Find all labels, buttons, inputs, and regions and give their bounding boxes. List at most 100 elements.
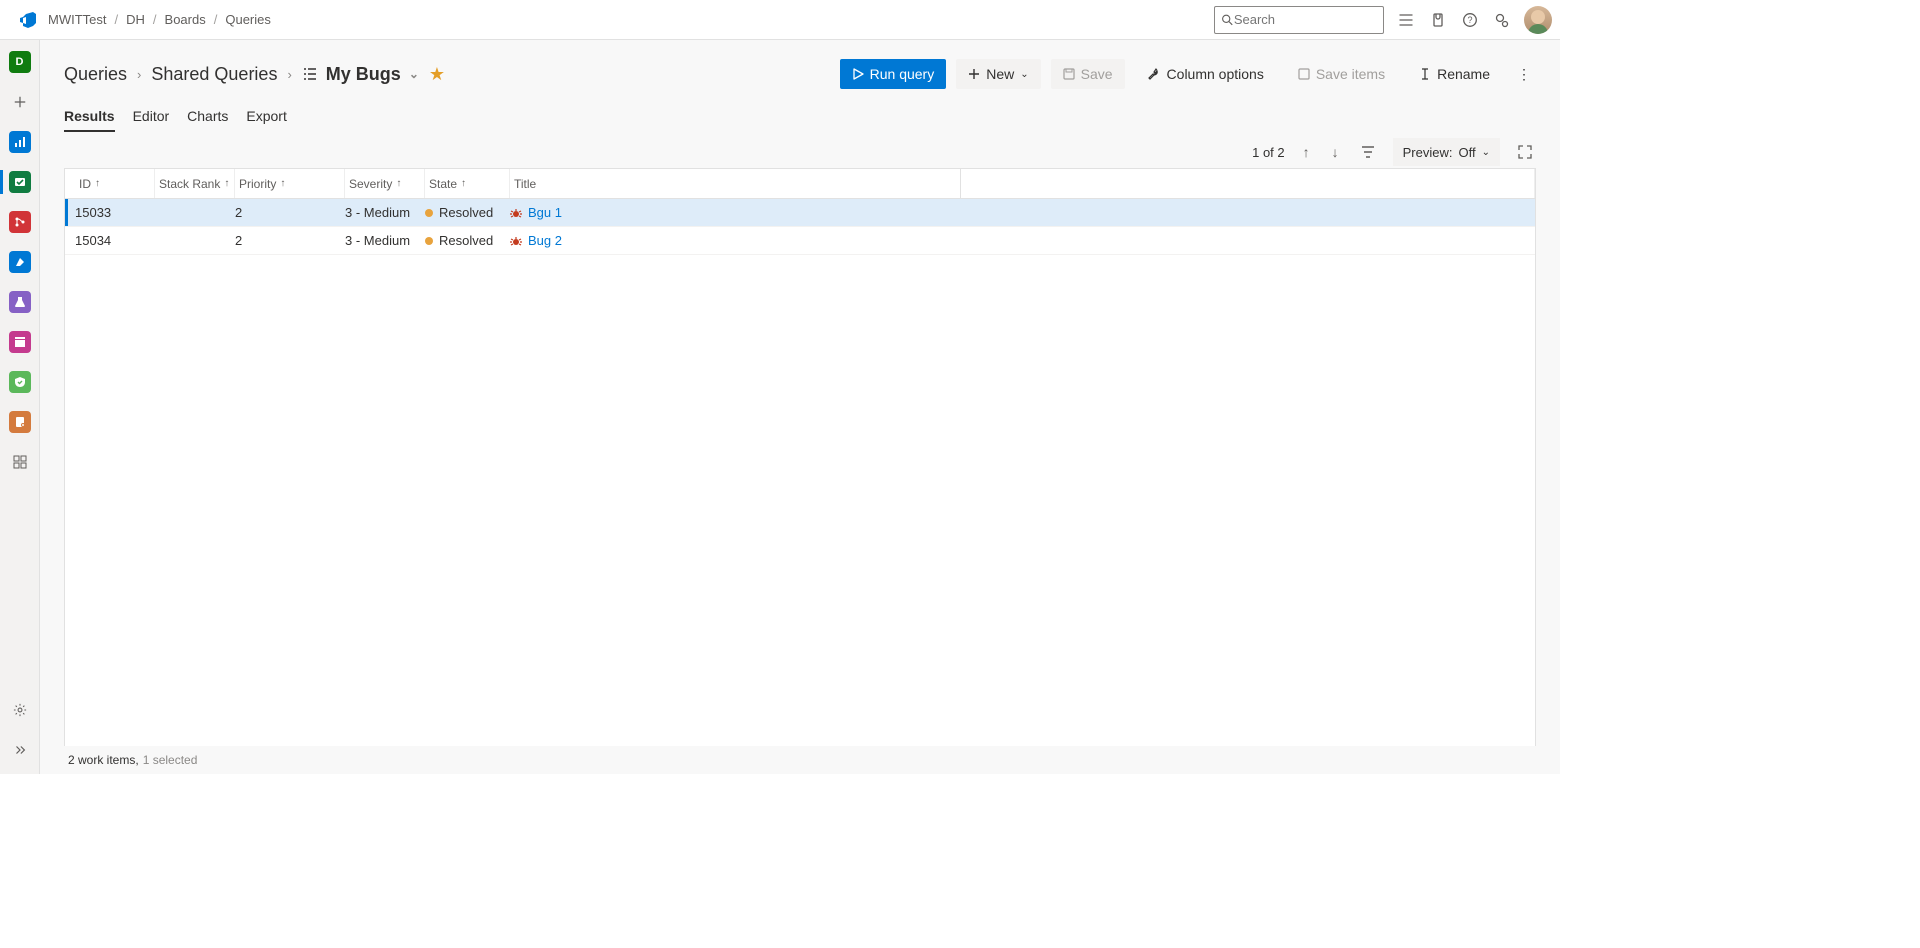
cell-id: 15033 bbox=[75, 205, 155, 220]
results-toolbar: 1 of 2 ↑ ↓ Preview: Off ⌄ bbox=[64, 132, 1536, 172]
run-query-button[interactable]: Run query bbox=[840, 59, 947, 89]
sort-asc-icon: ↑ bbox=[461, 178, 466, 189]
new-button[interactable]: New ⌄ bbox=[956, 59, 1040, 89]
query-list-icon bbox=[302, 66, 318, 82]
selected-count: 1 selected bbox=[143, 753, 198, 767]
save-icon bbox=[1298, 68, 1310, 80]
chevron-down-icon[interactable]: ⌄ bbox=[409, 67, 419, 81]
col-state[interactable]: State↑ bbox=[425, 169, 510, 198]
sidebar-project-settings[interactable] bbox=[4, 694, 36, 726]
fullscreen-button[interactable] bbox=[1514, 141, 1536, 163]
sidebar-expand[interactable] bbox=[4, 734, 36, 766]
search-input[interactable] bbox=[1214, 6, 1384, 34]
marketplace-icon[interactable] bbox=[1428, 10, 1448, 30]
breadcrumb-section[interactable]: Boards bbox=[165, 12, 206, 27]
cell-priority: 2 bbox=[235, 205, 345, 220]
expand-icon bbox=[1518, 145, 1532, 159]
breadcrumb-sub[interactable]: Queries bbox=[225, 12, 271, 27]
cell-title: Bug 2 bbox=[510, 233, 1535, 248]
result-counter: 1 of 2 bbox=[1252, 145, 1285, 160]
sidebar-overview[interactable] bbox=[4, 126, 36, 158]
sidebar-extensions[interactable] bbox=[4, 446, 36, 478]
wiki-icon bbox=[9, 411, 31, 433]
sidebar-repos[interactable] bbox=[4, 206, 36, 238]
shared-queries-link[interactable]: Shared Queries bbox=[151, 64, 277, 85]
sidebar-testplans[interactable] bbox=[4, 286, 36, 318]
pipelines-icon bbox=[9, 251, 31, 273]
more-actions-button[interactable]: ⋮ bbox=[1512, 66, 1536, 83]
work-item-link[interactable]: Bgu 1 bbox=[528, 205, 562, 220]
query-name[interactable]: My Bugs bbox=[326, 64, 401, 85]
separator: / bbox=[214, 12, 218, 27]
table-row[interactable]: 15033 2 3 - Medium Resolved Bgu 1 bbox=[65, 199, 1535, 227]
bug-icon bbox=[510, 235, 522, 247]
sidebar-artifacts[interactable] bbox=[4, 326, 36, 358]
sort-asc-icon: ↑ bbox=[280, 178, 285, 189]
sidebar-project[interactable]: D bbox=[4, 46, 36, 78]
plus-icon bbox=[968, 68, 980, 80]
sort-asc-icon: ↑ bbox=[224, 178, 229, 189]
chevron-down-icon: ⌄ bbox=[1482, 147, 1490, 158]
wrench-icon bbox=[1147, 67, 1161, 81]
repos-icon bbox=[9, 211, 31, 233]
state-dot-icon bbox=[425, 237, 433, 245]
sidebar-wiki[interactable] bbox=[4, 406, 36, 438]
queries-link[interactable]: Queries bbox=[64, 64, 127, 85]
filter-icon bbox=[1361, 145, 1375, 159]
sort-asc-icon: ↑ bbox=[396, 178, 401, 189]
sidebar: D bbox=[0, 40, 40, 774]
col-severity[interactable]: Severity↑ bbox=[345, 169, 425, 198]
separator: / bbox=[153, 12, 157, 27]
testplans-icon bbox=[9, 291, 31, 313]
col-id[interactable]: ID↑ bbox=[75, 169, 155, 198]
bug-icon bbox=[510, 207, 522, 219]
list-icon[interactable] bbox=[1396, 10, 1416, 30]
overview-icon bbox=[9, 131, 31, 153]
col-priority[interactable]: Priority↑ bbox=[235, 169, 345, 198]
col-title[interactable]: Title bbox=[510, 169, 1535, 198]
tab-results[interactable]: Results bbox=[64, 102, 115, 132]
help-icon[interactable]: ? bbox=[1460, 10, 1480, 30]
gear-icon bbox=[13, 703, 27, 717]
project-tile: D bbox=[9, 51, 31, 73]
play-icon bbox=[852, 68, 864, 80]
work-item-link[interactable]: Bug 2 bbox=[528, 233, 562, 248]
filter-button[interactable] bbox=[1357, 141, 1379, 163]
sidebar-boards[interactable] bbox=[4, 166, 36, 198]
azure-devops-logo-icon[interactable] bbox=[16, 8, 40, 32]
favorite-star-icon[interactable]: ★ bbox=[429, 64, 445, 85]
cell-state: Resolved bbox=[425, 233, 510, 248]
settings-icon[interactable] bbox=[1492, 10, 1512, 30]
breadcrumb: MWITTest / DH / Boards / Queries bbox=[48, 12, 271, 27]
tab-export[interactable]: Export bbox=[246, 102, 286, 132]
results-table: ID↑ Stack Rank↑ Priority↑ Severity↑ Stat… bbox=[64, 168, 1536, 746]
tab-editor[interactable]: Editor bbox=[133, 102, 170, 132]
preview-toggle[interactable]: Preview: Off ⌄ bbox=[1393, 138, 1500, 166]
table-header: ID↑ Stack Rank↑ Priority↑ Severity↑ Stat… bbox=[65, 169, 1535, 199]
status-bar: 2 work items, 1 selected bbox=[64, 746, 1536, 774]
grid-icon bbox=[12, 454, 28, 470]
next-item-button[interactable]: ↓ bbox=[1328, 140, 1343, 164]
cell-severity: 3 - Medium bbox=[345, 233, 425, 248]
table-row[interactable]: 15034 2 3 - Medium Resolved Bug 2 bbox=[65, 227, 1535, 255]
main: Queries › Shared Queries › My Bugs ⌄ ★ bbox=[40, 40, 1560, 774]
breadcrumb-project[interactable]: DH bbox=[126, 12, 145, 27]
breadcrumb-org[interactable]: MWITTest bbox=[48, 12, 107, 27]
chevron-right-double-icon bbox=[13, 743, 27, 757]
prev-item-button[interactable]: ↑ bbox=[1299, 140, 1314, 164]
sidebar-add[interactable] bbox=[4, 86, 36, 118]
sidebar-compliance[interactable] bbox=[4, 366, 36, 398]
chevron-down-icon: ⌄ bbox=[1020, 69, 1028, 80]
save-items-button: Save items bbox=[1286, 59, 1397, 89]
tab-charts[interactable]: Charts bbox=[187, 102, 228, 132]
svg-text:?: ? bbox=[1467, 15, 1472, 25]
rename-icon bbox=[1419, 68, 1431, 80]
rename-button[interactable]: Rename bbox=[1407, 59, 1502, 89]
plus-icon bbox=[13, 95, 27, 109]
cell-state: Resolved bbox=[425, 205, 510, 220]
column-options-button[interactable]: Column options bbox=[1135, 59, 1276, 89]
avatar[interactable] bbox=[1524, 6, 1552, 34]
state-dot-icon bbox=[425, 209, 433, 217]
col-stack-rank[interactable]: Stack Rank↑ bbox=[155, 169, 235, 198]
sidebar-pipelines[interactable] bbox=[4, 246, 36, 278]
